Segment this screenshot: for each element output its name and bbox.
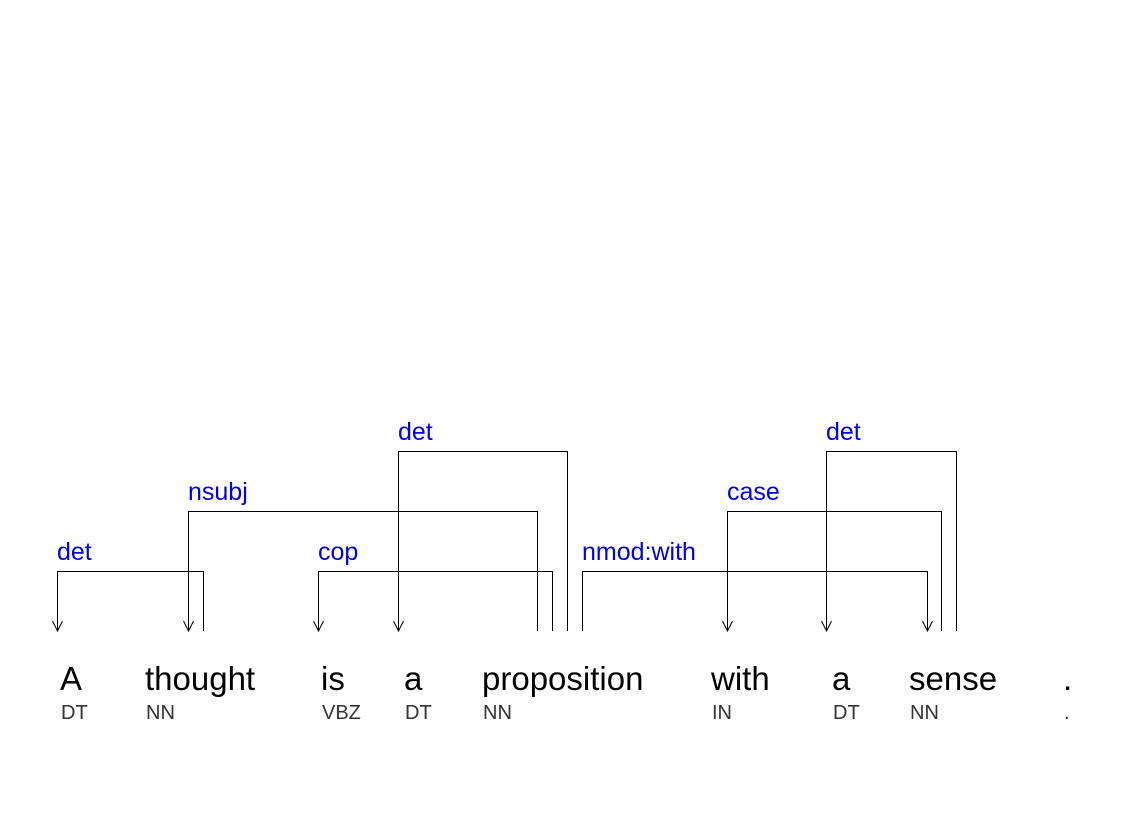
token-pos-tag: VBZ [322,702,361,724]
token-word: a [404,660,423,697]
dependency-parse-diagram: det nsubj cop det nmod:with case det A DT though… [52,418,1072,724]
token-word: . [1063,660,1072,697]
relation-label: nsubj [188,478,248,506]
token-word: thought [145,660,255,697]
token: .. [1063,660,1072,724]
dependency-arc-det [52,571,204,633]
token-pos-tag: NN [483,702,512,724]
dependency-arc-nmod-with [582,571,933,633]
token: sense NN [909,660,997,724]
token-pos-tag: DT [405,702,432,724]
arc-line [582,571,928,631]
arc-line [826,451,957,631]
relation-label: det [826,418,861,446]
token-word: with [710,660,770,697]
token-pos-tag: . [1064,702,1070,724]
arc-line [318,571,553,631]
token-pos-tag: IN [712,702,732,724]
relation-label: cop [318,538,358,566]
token-word: a [832,660,851,697]
token-word: A [60,660,82,697]
token-word: is [321,660,345,697]
token: A DT [60,660,88,724]
token-pos-tag: DT [833,702,860,724]
relation-label: case [727,478,780,506]
token: is VBZ [321,660,361,724]
token: a DT [404,660,432,724]
dependency-arc-det [393,451,568,633]
token-pos-tag: DT [61,702,88,724]
dependency-arc-cop [313,571,553,633]
relation-label: det [57,538,92,566]
relation-label: det [398,418,433,446]
arc-line [398,451,568,631]
token: proposition NN [482,660,643,724]
token-word: sense [909,660,997,697]
token-word: proposition [482,660,643,697]
sentence-tokens: A DT thought NN is VBZ a DT proposition NN with IN a… [60,660,1072,724]
token: a DT [832,660,860,724]
arc-line [57,571,204,631]
token: with IN [710,660,770,724]
dependency-arc-det [821,451,957,633]
token-pos-tag: NN [146,702,175,724]
relation-label: nmod:with [582,538,696,566]
token-pos-tag: NN [910,702,939,724]
relation-labels: det nsubj cop det nmod:with case det [57,418,861,566]
token: thought NN [145,660,255,724]
